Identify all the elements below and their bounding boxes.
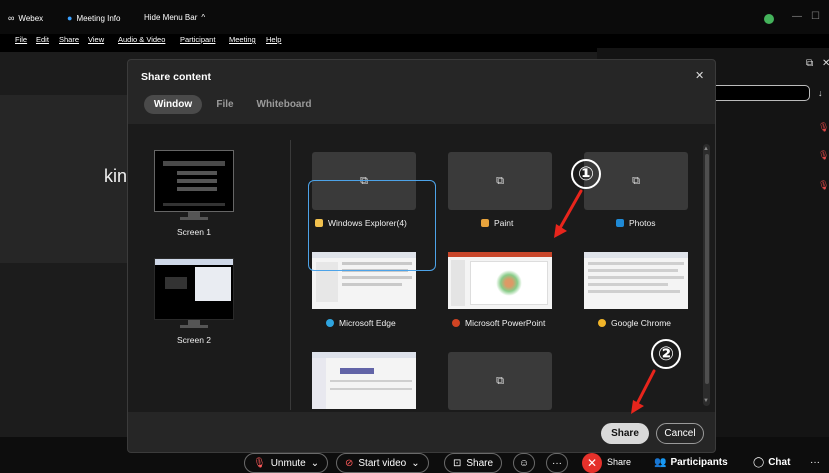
monitor-foot: [180, 325, 208, 328]
paint-tile[interactable]: ⧉: [448, 152, 552, 210]
unmute-label: Unmute: [270, 457, 306, 469]
tab-whiteboard[interactable]: Whiteboard: [252, 95, 316, 114]
meeting-info-label: Meeting Info: [76, 13, 121, 23]
close-panel-icon[interactable]: ✕: [822, 58, 829, 69]
menu-share[interactable]: Share: [59, 35, 79, 44]
start-video-button[interactable]: ⊘ Start video ⌄: [336, 453, 429, 473]
chat-label: Chat: [768, 457, 791, 468]
scroll-up-icon[interactable]: ▲: [703, 146, 709, 152]
menu-participant[interactable]: Participant: [180, 35, 215, 44]
scrollbar-thumb[interactable]: [705, 154, 709, 384]
video-off-icon: ⊘: [345, 457, 354, 469]
reactions-icon[interactable]: ☺: [513, 453, 535, 473]
app-label-text: Google Chrome: [611, 318, 672, 328]
muted-mic-icon: 🎙: [818, 150, 829, 160]
participants-label: Participants: [670, 457, 728, 468]
participant-name: kin: [104, 166, 128, 186]
google-chrome-thumbnail[interactable]: [584, 252, 688, 309]
share-toolbar-button[interactable]: ⊡ Share: [444, 453, 503, 473]
more-options-icon[interactable]: ···: [546, 453, 568, 473]
hide-menu-bar-label: Hide Menu Bar: [144, 13, 198, 22]
title-bar: ∞ Webex ● Meeting Info Hide Menu Bar ^ —…: [0, 0, 829, 34]
photos-tile[interactable]: ⧉: [584, 152, 688, 210]
screen-2-thumbnail[interactable]: [154, 258, 234, 320]
maximize-icon[interactable]: ☐: [811, 11, 820, 22]
participants-icon: 👥: [654, 457, 667, 468]
dialog-title: Share content: [141, 71, 212, 83]
muted-mic-icon: 🎙: [818, 180, 829, 190]
photos-icon: [616, 219, 624, 227]
menu-help[interactable]: Help: [266, 35, 281, 44]
window-tile[interactable]: ⧉: [448, 352, 552, 410]
app-name: Webex: [18, 13, 44, 23]
scroll-down-icon[interactable]: ▼: [703, 398, 709, 404]
chat-button[interactable]: ◯ Chat: [753, 457, 790, 468]
chrome-icon: [598, 319, 606, 327]
app-label-text: Microsoft Edge: [339, 318, 396, 328]
participants-button[interactable]: 👥 Participants: [654, 457, 728, 468]
window-preview-icon: ⧉: [496, 174, 504, 187]
screen-1-label: Screen 1: [176, 227, 212, 237]
unmute-button[interactable]: 🎙 Unmute ⌄: [244, 453, 329, 473]
selected-window-highlight: [308, 180, 436, 271]
share-screen-icon: ⊡: [453, 457, 462, 469]
menu-meeting[interactable]: Meeting: [229, 35, 256, 44]
menu-view[interactable]: View: [88, 35, 104, 44]
screen-2-label: Screen 2: [176, 335, 212, 345]
share-toolbar-label: Share: [466, 457, 494, 469]
more-icon[interactable]: ···: [810, 457, 820, 468]
microsoft-powerpoint-thumbnail[interactable]: [448, 252, 552, 309]
screen-1-thumbnail[interactable]: [154, 150, 234, 212]
microsoft-edge-label: Microsoft Edge: [326, 318, 396, 328]
avatar[interactable]: [764, 14, 774, 24]
chevron-down-icon[interactable]: ⌄: [411, 458, 419, 469]
start-video-label: Start video: [358, 457, 407, 469]
paint-icon: [481, 219, 489, 227]
share-button[interactable]: Share: [601, 423, 649, 444]
chevron-down-icon[interactable]: ⌄: [311, 458, 319, 469]
callout-step-2: ②: [651, 339, 681, 369]
cancel-button[interactable]: Cancel: [656, 423, 704, 444]
app-label-text: Paint: [494, 218, 514, 228]
menu-bar: File Edit Share View Audio & Video Parti…: [0, 34, 829, 48]
minimize-icon[interactable]: —: [792, 11, 802, 22]
muted-mic-icon: 🎙: [818, 122, 829, 132]
webex-logo: ∞ Webex: [8, 13, 43, 23]
webex-logo-icon: ∞: [8, 13, 15, 23]
monitor-foot: [180, 217, 208, 220]
end-meeting-icon[interactable]: ✕: [582, 453, 602, 473]
microsoft-powerpoint-label: Microsoft PowerPoint: [452, 318, 545, 328]
chat-icon: ◯: [753, 457, 765, 468]
meeting-info-button[interactable]: ● Meeting Info: [67, 13, 120, 23]
chevron-up-icon: ^: [201, 13, 206, 22]
app-label-text: Photos: [629, 218, 656, 228]
mic-muted-icon: 🎙: [253, 457, 266, 469]
close-icon[interactable]: ✕: [695, 69, 704, 82]
app-label-text: Microsoft PowerPoint: [465, 318, 546, 328]
edge-icon: [326, 319, 334, 327]
info-icon: ●: [67, 13, 73, 23]
hide-menu-bar-button[interactable]: Hide Menu Bar ^: [144, 13, 205, 22]
window-preview-icon: ⧉: [632, 174, 640, 187]
menu-edit[interactable]: Edit: [36, 35, 49, 44]
share-status: Share: [607, 457, 632, 467]
google-chrome-label: Google Chrome: [598, 318, 671, 328]
sort-icon[interactable]: ↓: [818, 88, 823, 98]
window-preview-icon: ⧉: [496, 374, 504, 387]
menu-audio-video[interactable]: Audio & Video: [118, 35, 165, 44]
panel-divider: [290, 140, 291, 410]
popout-icon[interactable]: ⧉: [806, 58, 813, 69]
teams-window-thumbnail[interactable]: [312, 352, 416, 409]
powerpoint-icon: [452, 319, 460, 327]
tab-window[interactable]: Window: [144, 95, 202, 114]
participant-search-input[interactable]: [706, 85, 810, 101]
tab-file[interactable]: File: [210, 95, 240, 114]
paint-label: Paint: [481, 218, 513, 228]
menu-file[interactable]: File: [15, 35, 27, 44]
callout-step-1: ①: [571, 159, 601, 189]
photos-label: Photos: [616, 218, 655, 228]
